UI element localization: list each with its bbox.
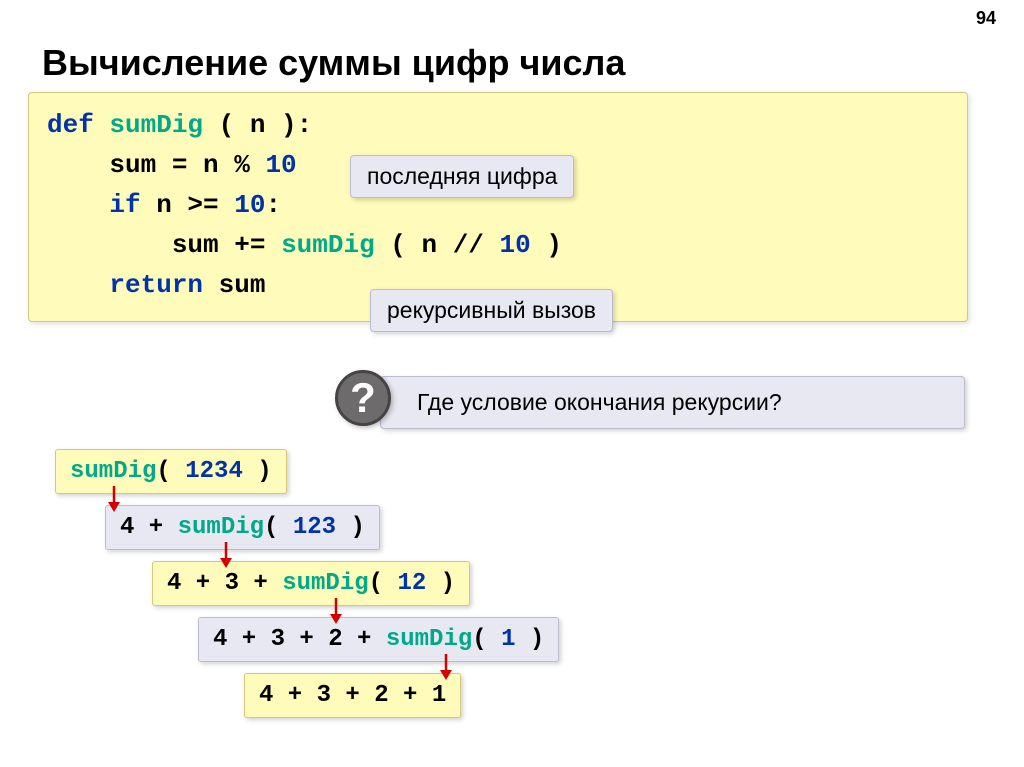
code-var: sum bbox=[47, 150, 156, 180]
code-line-4: sum += sumDig ( n // 10 ) bbox=[47, 225, 949, 265]
paren: ) bbox=[426, 570, 455, 597]
number: 10 bbox=[500, 230, 531, 260]
page-title: Вычисление суммы цифр числа bbox=[42, 42, 625, 84]
function-name: sumDig bbox=[109, 110, 203, 140]
code-text: ) bbox=[531, 230, 562, 260]
function-name: sumDig bbox=[282, 570, 368, 597]
code-text: += bbox=[219, 230, 281, 260]
paren: ( bbox=[472, 626, 501, 653]
paren: ( bbox=[369, 570, 398, 597]
callout-recursive-call: рекурсивный вызов bbox=[370, 289, 613, 332]
function-name: sumDig bbox=[386, 626, 472, 653]
page-number: 94 bbox=[976, 8, 996, 29]
paren: ) bbox=[243, 458, 272, 485]
number: 123 bbox=[293, 514, 336, 541]
callout-last-digit: последняя цифра bbox=[350, 155, 574, 198]
keyword-if: if bbox=[47, 190, 141, 220]
keyword-def: def bbox=[47, 110, 94, 140]
code-line-1: def sumDig ( n ): bbox=[47, 105, 949, 145]
code-text: = n % bbox=[156, 150, 265, 180]
expr: 4 + bbox=[120, 514, 178, 541]
question-box: Где условие окончания рекурсии? bbox=[380, 376, 965, 429]
code-text: ( n ): bbox=[203, 110, 312, 140]
code-var: sum bbox=[47, 230, 219, 260]
step-1: sumDig( 1234 ) bbox=[55, 449, 287, 494]
step-2: 4 + sumDig( 123 ) bbox=[105, 505, 380, 550]
number: 1234 bbox=[185, 458, 243, 485]
paren: ( bbox=[156, 458, 185, 485]
code-block: def sumDig ( n ): sum = n % 10 if n >= 1… bbox=[28, 92, 968, 322]
number: 10 bbox=[234, 190, 265, 220]
code-text: n >= bbox=[141, 190, 235, 220]
number: 10 bbox=[265, 150, 296, 180]
keyword-return: return bbox=[47, 270, 203, 300]
expr: 4 + 3 + 2 + 1 bbox=[259, 682, 446, 709]
number: 12 bbox=[397, 570, 426, 597]
paren: ) bbox=[515, 626, 544, 653]
expr: 4 + 3 + 2 + bbox=[213, 626, 386, 653]
paren: ) bbox=[336, 514, 365, 541]
arrow-icon bbox=[105, 486, 123, 512]
number: 1 bbox=[501, 626, 515, 653]
step-5: 4 + 3 + 2 + 1 bbox=[244, 673, 461, 718]
arrow-icon bbox=[437, 654, 455, 680]
paren: ( bbox=[264, 514, 293, 541]
question-icon: ? bbox=[335, 370, 391, 426]
function-name: sumDig bbox=[281, 230, 375, 260]
function-name: sumDig bbox=[178, 514, 264, 541]
code-var: sum bbox=[203, 270, 265, 300]
function-name: sumDig bbox=[70, 458, 156, 485]
expr: 4 + 3 + bbox=[167, 570, 282, 597]
arrow-icon bbox=[217, 542, 235, 568]
arrow-icon bbox=[327, 598, 345, 624]
code-text: : bbox=[265, 190, 281, 220]
code-text: ( n // bbox=[375, 230, 500, 260]
step-4: 4 + 3 + 2 + sumDig( 1 ) bbox=[198, 617, 559, 662]
step-3: 4 + 3 + sumDig( 12 ) bbox=[152, 561, 470, 606]
